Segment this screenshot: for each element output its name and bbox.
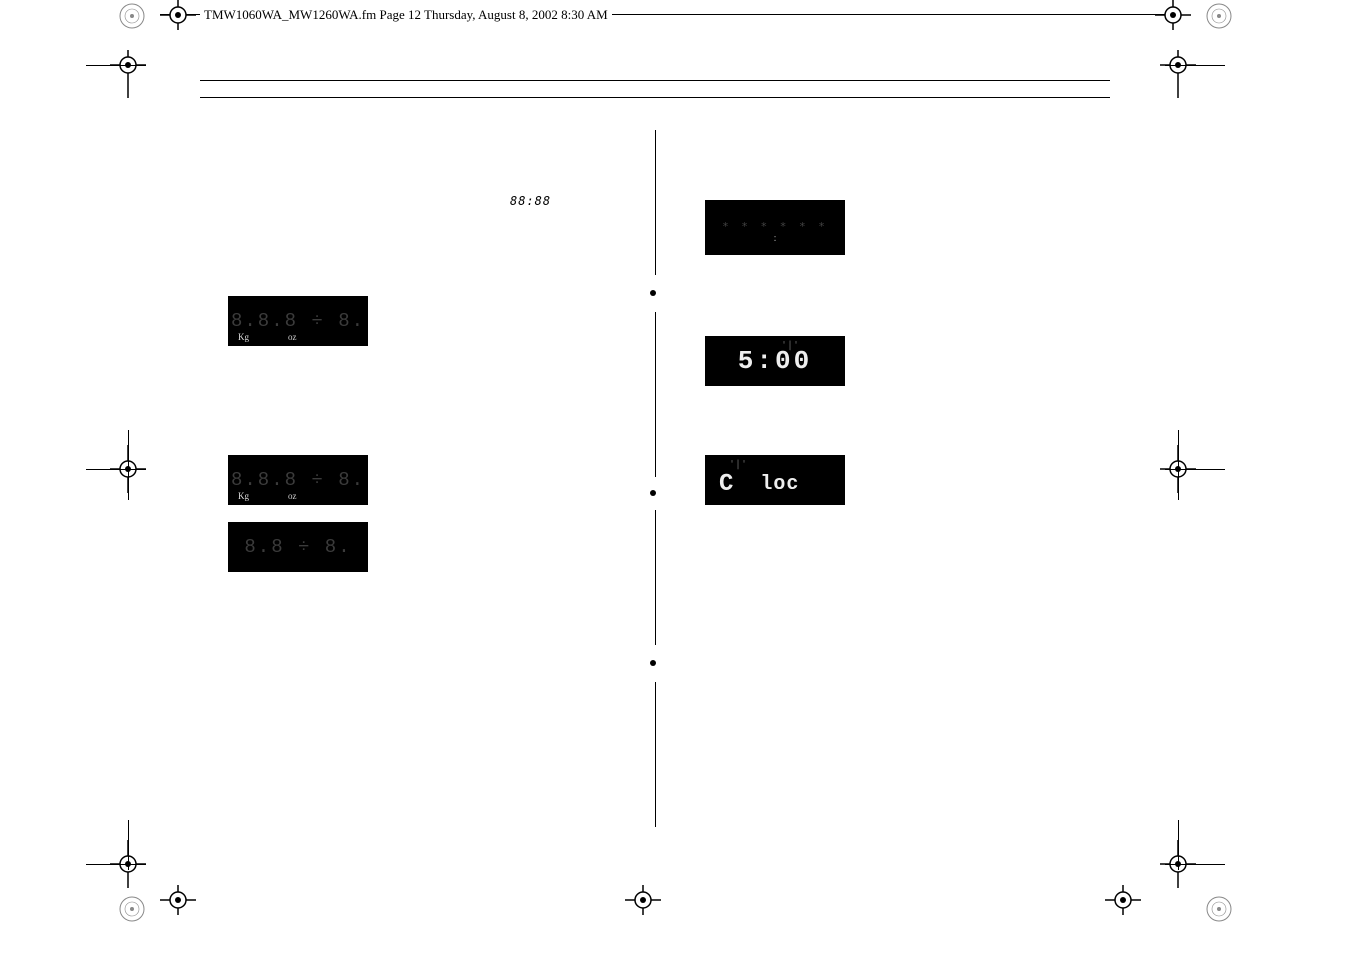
- reg-mark-top-right: [1205, 2, 1233, 30]
- crosshair-top-left: [160, 0, 196, 35]
- center-divider-3: [655, 510, 656, 645]
- clock-icon: 88:88: [510, 194, 551, 208]
- lcd-right-2: '|' 5:00: [705, 336, 845, 386]
- lcd-weight-1: 8.8.8 ÷ 8. Kg oz: [228, 296, 368, 346]
- header-text: TMW1060WA_MW1260WA.fm Page 12 Thursday, …: [200, 7, 612, 23]
- vline-left-mid: [128, 430, 129, 500]
- lcd-right-3: '|' C loc: [705, 455, 845, 505]
- lcd-weight-1-kg: Kg: [238, 332, 249, 342]
- tick-left-bottom: [86, 864, 146, 865]
- crosshair-bottom-right-a: [1105, 885, 1141, 920]
- lcd-right-2-antenna: '|': [781, 340, 799, 351]
- lcd-weight-3-digits: 8.8 ÷ 8.: [244, 536, 351, 558]
- lcd-weight-2: 8.8.8 ÷ 8. Kg oz: [228, 455, 368, 505]
- tick-left-mid: [86, 469, 146, 470]
- center-bullet-3: [650, 660, 656, 666]
- crosshair-left-a: [110, 50, 146, 103]
- reg-mark-bottom-left: [118, 895, 146, 923]
- lcd-right-3-loc: loc: [760, 473, 799, 496]
- tick-left-a: [86, 65, 146, 66]
- center-divider-4: [655, 682, 656, 827]
- crosshair-right-a: [1160, 50, 1196, 103]
- tick-right-bottom: [1165, 864, 1225, 865]
- page-rule-upper: [200, 80, 1110, 81]
- center-divider-1: [655, 130, 656, 275]
- lcd-weight-2-digits: 8.8.8 ÷ 8.: [231, 469, 365, 491]
- lcd-weight-3: 8.8 ÷ 8.: [228, 522, 368, 572]
- lcd-weight-2-oz: oz: [288, 491, 297, 501]
- crosshair-bottom-center: [625, 885, 661, 920]
- reg-mark-bottom-right: [1205, 895, 1233, 923]
- tick-right-mid: [1165, 469, 1225, 470]
- lcd-right-2-time: 5:00: [738, 346, 812, 376]
- tick-right-a: [1165, 65, 1225, 66]
- page-rule-lower: [200, 97, 1110, 98]
- lcd-right-1-sep: :: [773, 235, 776, 241]
- lcd-right-3-antenna: '|': [729, 459, 747, 470]
- page: TMW1060WA_MW1260WA.fm Page 12 Thursday, …: [0, 0, 1351, 954]
- lcd-right-3-c: C: [719, 471, 736, 498]
- vline-left-bottom: [128, 820, 129, 870]
- center-bullet-1: [650, 290, 656, 296]
- lcd-weight-1-digits: 8.8.8 ÷ 8.: [231, 310, 365, 332]
- center-bullet-2: [650, 490, 656, 496]
- crosshair-top-right: [1155, 0, 1191, 35]
- center-divider-2: [655, 312, 656, 477]
- crosshair-bottom-left: [160, 885, 196, 920]
- reg-mark-top-left: [118, 2, 146, 30]
- lcd-right-1: * * * * * * :: [705, 200, 845, 255]
- lcd-weight-2-kg: Kg: [238, 491, 249, 501]
- vline-right-mid: [1178, 430, 1179, 500]
- lcd-weight-1-oz: oz: [288, 332, 297, 342]
- vline-right-bottom: [1178, 820, 1179, 870]
